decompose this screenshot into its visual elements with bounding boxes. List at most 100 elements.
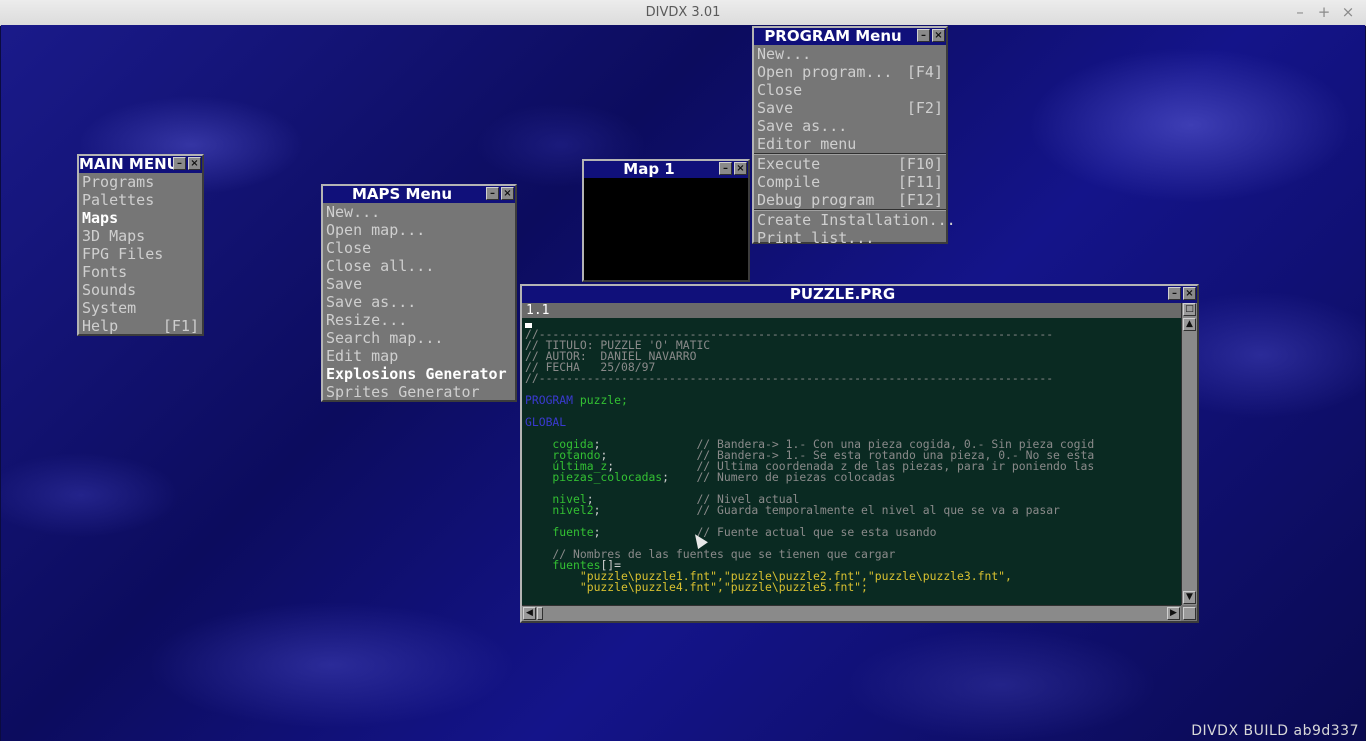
menu-item-shortcut: [F1]	[162, 317, 199, 335]
menu-item-execute[interactable]: Execute [F10]	[754, 155, 946, 173]
minimize-icon[interactable]: –	[486, 187, 499, 200]
scroll-down-icon[interactable]: ▼	[1183, 591, 1196, 604]
menu-item-programs[interactable]: Programs	[79, 173, 202, 191]
vertical-scrollbar[interactable]: □ ▲ ▼	[1181, 303, 1197, 605]
menu-item-debug-program[interactable]: Debug program [F12]	[754, 191, 946, 209]
menu-item-label: Sounds	[82, 281, 137, 299]
main-menu-window: MAIN MENU – × Programs Palettes Maps 3D Map…	[77, 154, 204, 336]
scroll-up-icon[interactable]: ▲	[1183, 318, 1196, 331]
menu-item-3d-maps[interactable]: 3D Maps	[79, 227, 202, 245]
code-comment: // Fuente actual que se esta usando	[696, 525, 937, 539]
resize-icon[interactable]: □	[1183, 303, 1196, 316]
maximize-icon[interactable]: +	[1314, 3, 1334, 21]
scroll-left-icon[interactable]: ◀	[523, 607, 536, 620]
menu-item-close[interactable]: Close	[323, 239, 515, 257]
menu-item-compile[interactable]: Compile [F11]	[754, 173, 946, 191]
menu-item-new[interactable]: New...	[754, 45, 946, 63]
minimize-icon[interactable]: –	[917, 29, 930, 42]
menu-item-label: Open program...	[757, 63, 893, 81]
menu-item-print-list[interactable]: Print list...	[754, 229, 946, 247]
menu-item-save[interactable]: Save	[323, 275, 515, 293]
minimize-icon[interactable]: –	[1168, 287, 1181, 300]
menu-item-save-as[interactable]: Save as...	[323, 293, 515, 311]
code-line: fuente; // Fuente actual que se esta usa…	[525, 525, 1181, 539]
code-text-area[interactable]: //--------------------------------------…	[522, 318, 1181, 605]
close-icon[interactable]: ×	[188, 157, 201, 170]
menu-item-save[interactable]: Save [F2]	[754, 99, 946, 117]
close-icon[interactable]: ×	[1338, 3, 1358, 21]
editor-title: PUZZLE.PRG	[789, 285, 896, 303]
close-icon[interactable]: ×	[501, 187, 514, 200]
menu-item-label: Open map...	[326, 221, 426, 239]
menu-item-label: Save as...	[757, 117, 848, 135]
code-identifier: fuente	[525, 525, 594, 539]
menu-item-maps[interactable]: Maps	[79, 209, 202, 227]
menu-item-editor-menu[interactable]: Editor menu	[754, 135, 946, 153]
scroll-right-icon[interactable]: ▶	[1167, 607, 1180, 620]
menu-item-shortcut: [F2]	[906, 99, 943, 117]
program-menu-titlebar[interactable]: PROGRAM Menu – ×	[754, 28, 946, 45]
menu-item-label: Search map...	[326, 329, 444, 347]
program-menu-window: PROGRAM Menu – × New... Open program... [F…	[752, 26, 956, 247]
code-keyword: PROGRAM	[525, 393, 574, 407]
menu-item-label: Save	[326, 275, 363, 293]
map-window-title: Map 1	[623, 160, 675, 178]
menu-item-label: New...	[757, 45, 812, 63]
menu-item-open-program[interactable]: Open program... [F4]	[754, 63, 946, 81]
menu-item-label: Fonts	[82, 263, 128, 281]
minimize-icon[interactable]: –	[719, 162, 732, 175]
horizontal-scrollbar[interactable]: ◀ ▶	[522, 605, 1181, 621]
resize-corner-icon[interactable]	[1183, 607, 1196, 620]
main-menu-title: MAIN MENU	[79, 155, 179, 173]
menu-item-label: Debug program	[757, 191, 875, 209]
close-icon[interactable]: ×	[734, 162, 747, 175]
menu-item-label: 3D Maps	[82, 227, 146, 245]
menu-item-create-installation[interactable]: Create Installation...	[754, 211, 956, 229]
minimize-icon[interactable]: –	[173, 157, 186, 170]
code-string: "puzzle\puzzle4.fnt","puzzle\puzzle5.fnt…	[525, 580, 868, 594]
menu-item-open-map[interactable]: Open map...	[323, 221, 515, 239]
menu-item-label: Palettes	[82, 191, 155, 209]
menu-item-system[interactable]: System	[79, 299, 202, 317]
menu-item-new[interactable]: New...	[323, 203, 515, 221]
code-comment: // Numero de piezas colocadas	[696, 470, 896, 484]
menu-item-help[interactable]: Help [F1]	[79, 317, 202, 335]
menu-item-sounds[interactable]: Sounds	[79, 281, 202, 299]
scroll-thumb[interactable]	[537, 607, 543, 620]
menu-item-resize[interactable]: Resize...	[323, 311, 515, 329]
map-window: Map 1 – ×	[582, 159, 750, 282]
code-identifier: puzzle;	[573, 393, 628, 407]
menu-item-label: Close	[757, 81, 803, 99]
cursor-position: 1.1	[526, 303, 550, 318]
code-punct: ;	[593, 503, 697, 517]
code-keyword: GLOBAL	[525, 415, 567, 429]
menu-item-label: System	[82, 299, 137, 317]
minimize-icon[interactable]: –	[1290, 3, 1310, 21]
menu-item-label: Maps	[82, 209, 119, 227]
map-window-titlebar[interactable]: Map 1 – ×	[584, 161, 748, 178]
map-canvas[interactable]	[584, 178, 748, 280]
program-menu-list: New... Open program... [F4] Close Save [F2] Sa…	[754, 45, 956, 247]
menu-item-save-as[interactable]: Save as...	[754, 117, 946, 135]
menu-item-label: Sprites Generator	[326, 383, 480, 401]
menu-item-close-all[interactable]: Close all...	[323, 257, 515, 275]
code-line: "puzzle\puzzle4.fnt","puzzle\puzzle5.fnt…	[525, 580, 1181, 594]
close-icon[interactable]: ×	[932, 29, 945, 42]
menu-item-label: Save as...	[326, 293, 417, 311]
menu-item-sprites-generator[interactable]: Sprites Generator	[323, 383, 515, 401]
maps-menu-titlebar[interactable]: MAPS Menu – ×	[323, 186, 515, 203]
menu-item-fpg-files[interactable]: FPG Files	[79, 245, 202, 263]
menu-item-palettes[interactable]: Palettes	[79, 191, 202, 209]
code-identifier: nivel2	[525, 503, 594, 517]
menu-item-close[interactable]: Close	[754, 81, 946, 99]
editor-titlebar[interactable]: PUZZLE.PRG – ×	[522, 286, 1197, 303]
menu-item-fonts[interactable]: Fonts	[79, 263, 202, 281]
menu-item-label: Compile	[757, 173, 821, 191]
menu-item-label: Edit map	[326, 347, 399, 365]
menu-item-explosions-generator[interactable]: Explosions Generator	[323, 365, 515, 383]
close-icon[interactable]: ×	[1183, 287, 1196, 300]
menu-item-label: Resize...	[326, 311, 408, 329]
menu-item-edit-map[interactable]: Edit map	[323, 347, 515, 365]
menu-item-search-map[interactable]: Search map...	[323, 329, 515, 347]
main-menu-titlebar[interactable]: MAIN MENU – ×	[79, 156, 202, 173]
